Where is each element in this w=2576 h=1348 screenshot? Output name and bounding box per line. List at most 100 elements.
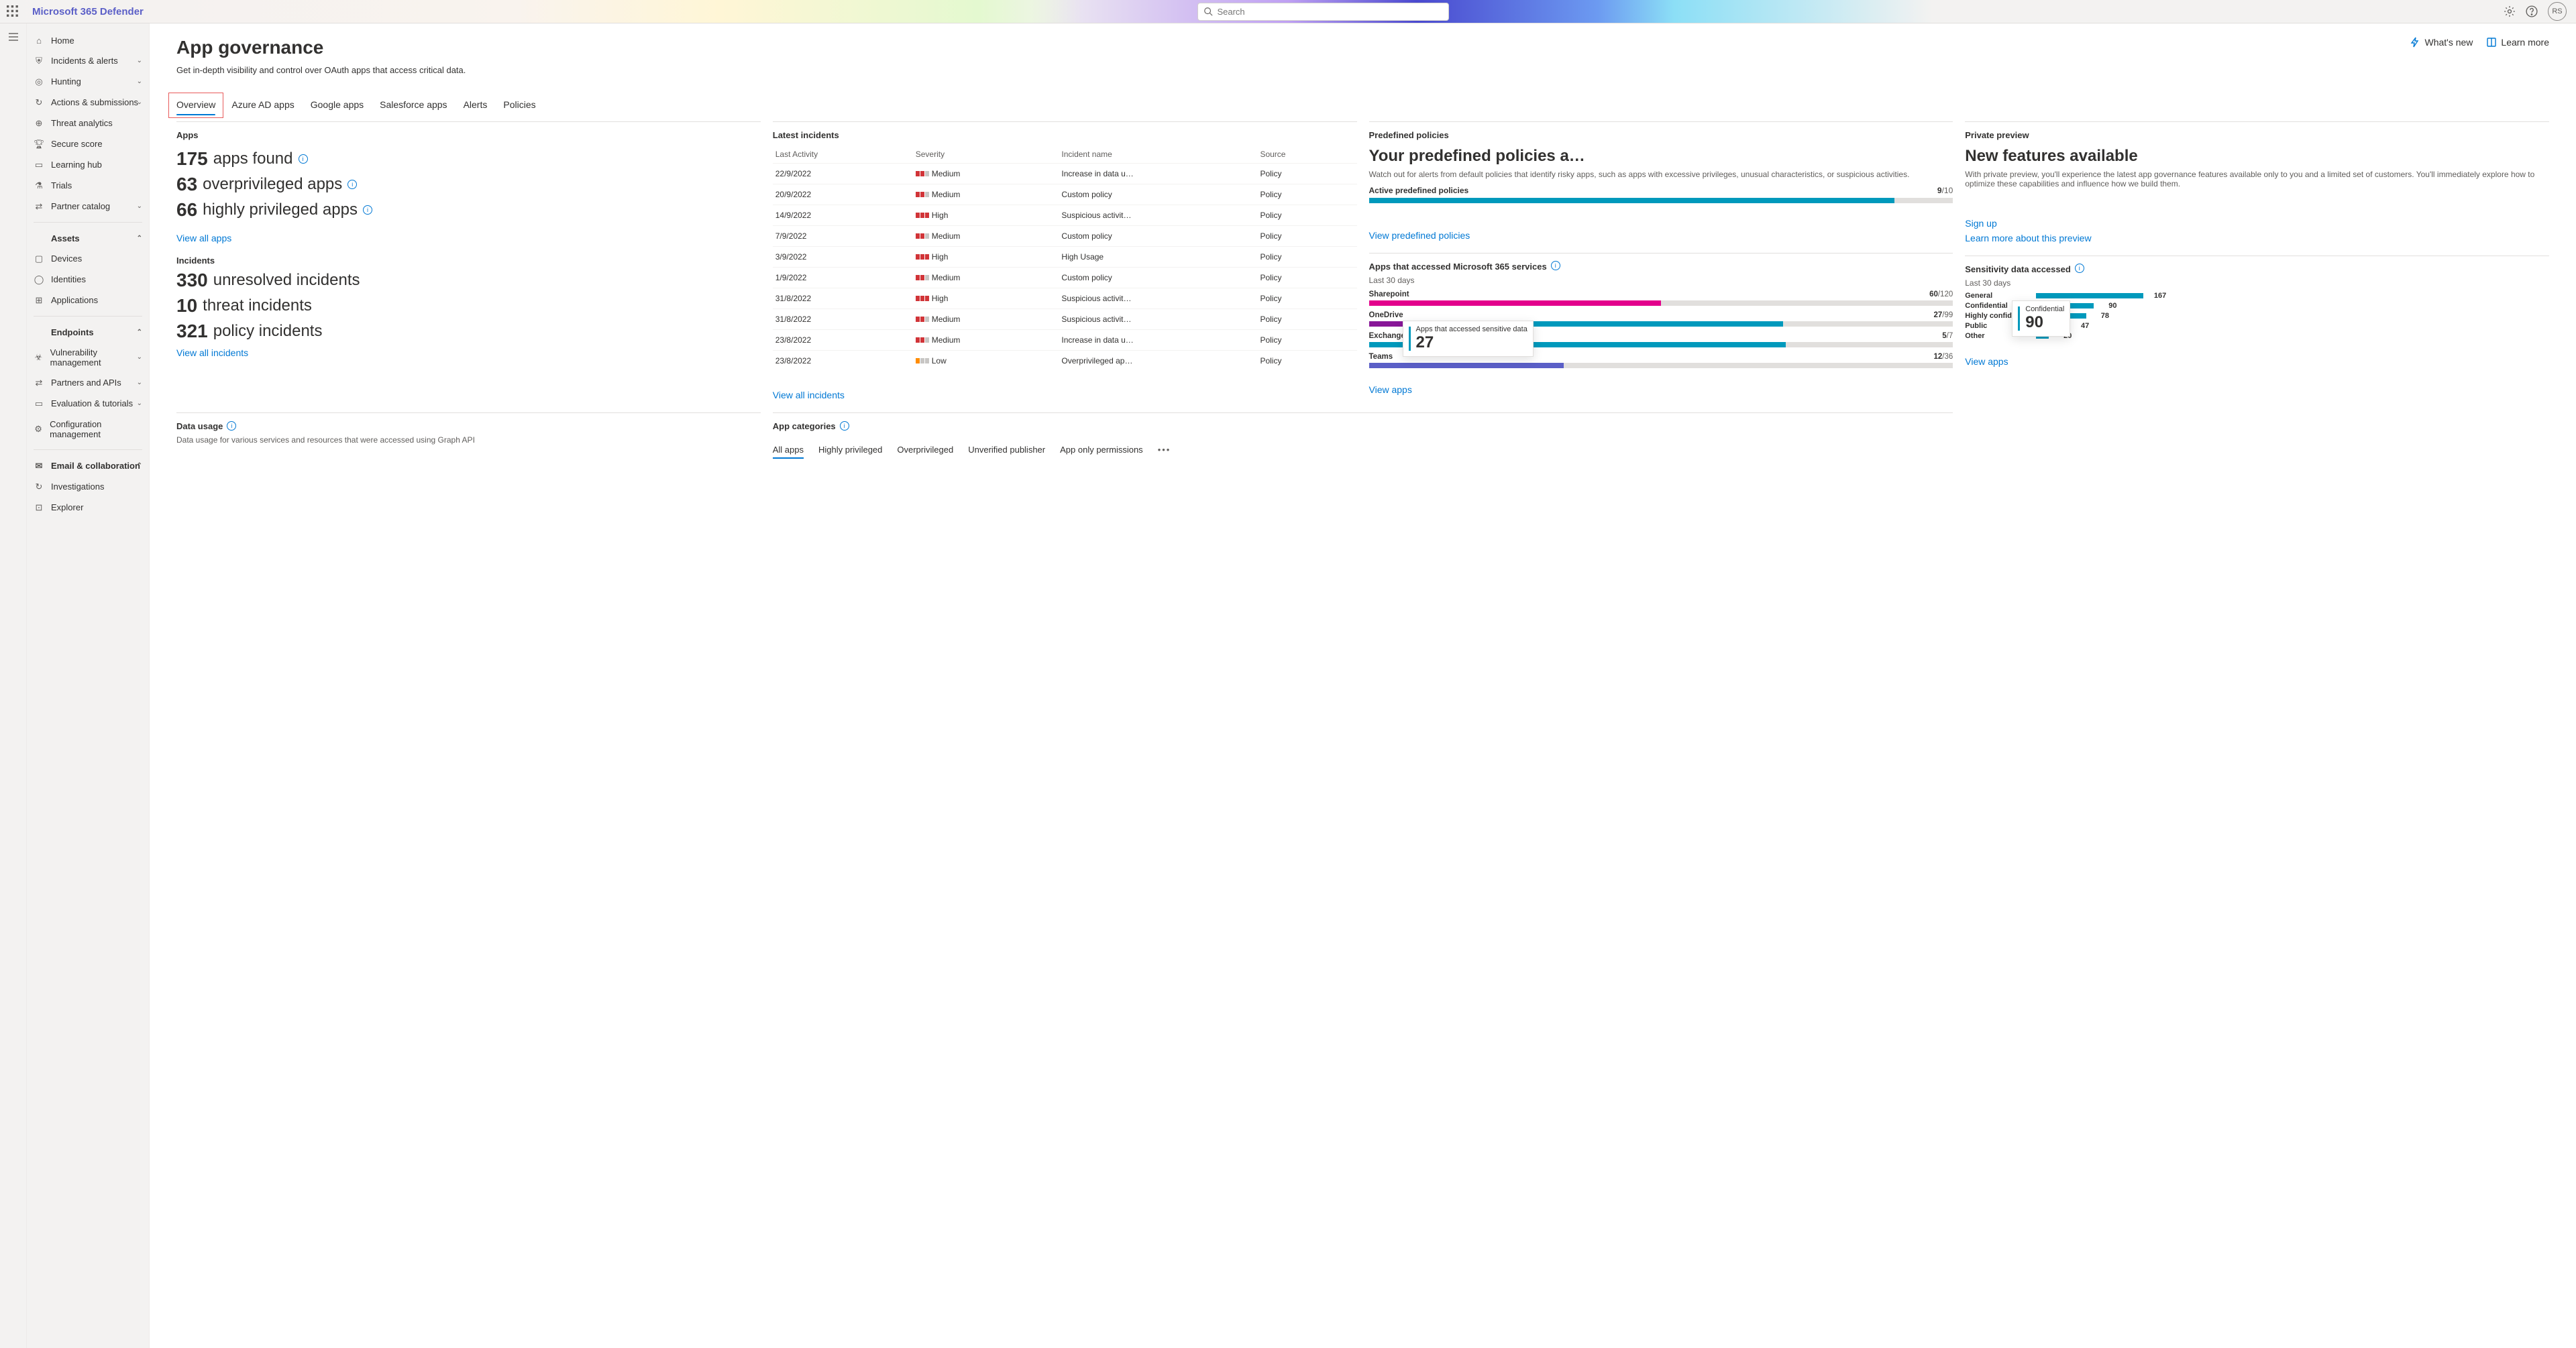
- info-icon[interactable]: i: [347, 180, 357, 189]
- search-input[interactable]: [1217, 7, 1443, 17]
- tab[interactable]: Policies: [503, 95, 535, 115]
- card-title-latest: Latest incidents: [773, 125, 1357, 144]
- explorer-icon: ⊡: [34, 502, 44, 513]
- info-icon[interactable]: i: [299, 154, 308, 164]
- card-title-preview: Private preview: [1965, 125, 2549, 144]
- partner-icon: ⇄: [34, 378, 44, 388]
- chevron-up-icon: ⌃: [137, 329, 142, 336]
- sidebar-item[interactable]: ⚙Configuration management: [27, 414, 149, 444]
- sidebar-item[interactable]: ⛨Incidents & alerts⌄: [27, 50, 149, 71]
- table-header: Last Activity: [773, 144, 913, 164]
- view-predef-link[interactable]: View predefined policies: [1369, 230, 1470, 241]
- info-icon[interactable]: i: [227, 421, 236, 431]
- sidebar-item[interactable]: ▢Devices: [27, 248, 149, 269]
- latest-incidents-table: Last ActivitySeverityIncident nameSource…: [773, 144, 1357, 371]
- sidebar-item[interactable]: ⚗Trials: [27, 175, 149, 196]
- table-row[interactable]: 23/8/2022 LowOverprivileged ap…Policy: [773, 351, 1357, 372]
- avatar[interactable]: RS: [2548, 2, 2567, 21]
- chevron-down-icon: ⌄: [137, 379, 142, 386]
- more-icon[interactable]: •••: [1158, 445, 1171, 455]
- sidebar-item-label: Threat analytics: [51, 118, 113, 128]
- tab[interactable]: Overview: [176, 95, 215, 115]
- hamburger-icon[interactable]: [8, 32, 19, 44]
- sidebar-item[interactable]: ▭Learning hub: [27, 154, 149, 175]
- table-row[interactable]: 23/8/2022 MediumIncrease in data u…Polic…: [773, 330, 1357, 351]
- stat-apps-found-n: 175: [176, 148, 208, 170]
- table-row[interactable]: 14/9/2022 HighSuspicious activit…Policy: [773, 205, 1357, 226]
- card-title-sensitivity: Sensitivity data accessed: [1965, 259, 2071, 278]
- category-tab[interactable]: App only permissions: [1060, 442, 1143, 457]
- sidebar-group-endpoints[interactable]: Endpoints⌃: [27, 322, 149, 342]
- view-all-incidents-link2[interactable]: View all incidents: [773, 390, 845, 400]
- sidebar-item[interactable]: ◎Hunting⌄: [27, 71, 149, 92]
- learn-more-link[interactable]: Learn more: [2486, 37, 2549, 48]
- category-tab[interactable]: All apps: [773, 442, 804, 457]
- sidebar-item-label: Home: [51, 36, 74, 46]
- app-launcher-icon[interactable]: [7, 5, 19, 17]
- shield-icon: ⛨: [34, 56, 44, 66]
- table-row[interactable]: 1/9/2022 MediumCustom policyPolicy: [773, 268, 1357, 288]
- view-apps-link2[interactable]: View apps: [1965, 356, 2008, 367]
- category-tab[interactable]: Unverified publisher: [968, 442, 1045, 457]
- sensitivity-row: General167: [1965, 292, 2549, 300]
- bolt-icon: [2410, 37, 2420, 48]
- sidebar-group-assets[interactable]: Assets⌃: [27, 228, 149, 248]
- sidebar: ⌂Home⛨Incidents & alerts⌄◎Hunting⌄↻Actio…: [27, 23, 150, 1348]
- sidebar-item-label: Evaluation & tutorials: [51, 398, 133, 408]
- info-icon[interactable]: i: [840, 421, 849, 431]
- search-box[interactable]: [1197, 3, 1449, 21]
- sidebar-item[interactable]: ◯Identities: [27, 269, 149, 290]
- card-title-datausage: Data usage: [176, 416, 223, 435]
- sidebar-item[interactable]: ⊡Explorer: [27, 497, 149, 518]
- gear-icon[interactable]: [2504, 5, 2516, 17]
- sidebar-item-label: Identities: [51, 274, 86, 284]
- sidebar-item[interactable]: ⇄Partners and APIs⌄: [27, 372, 149, 393]
- sidebar-item-label: Vulnerability management: [50, 347, 142, 368]
- info-icon[interactable]: i: [2075, 264, 2084, 273]
- info-icon[interactable]: i: [363, 205, 372, 215]
- signup-link[interactable]: Sign up: [1965, 218, 1996, 229]
- card-title-incidents: Incidents: [176, 256, 761, 266]
- sidebar-item[interactable]: ⊕Threat analytics: [27, 113, 149, 133]
- sidebar-item[interactable]: ⌂Home: [27, 30, 149, 50]
- view-apps-link[interactable]: View apps: [1369, 384, 1412, 395]
- table-row[interactable]: 7/9/2022 MediumCustom policyPolicy: [773, 226, 1357, 247]
- sidebar-item[interactable]: ⊞Applications: [27, 290, 149, 311]
- sidebar-item[interactable]: ↻Actions & submissions⌄: [27, 92, 149, 113]
- chevron-down-icon: ⌄: [137, 57, 142, 64]
- table-row[interactable]: 31/8/2022 HighSuspicious activit…Policy: [773, 288, 1357, 309]
- sidebar-item[interactable]: 🏆︎Secure score: [27, 133, 149, 154]
- category-tab[interactable]: Overprivileged: [897, 442, 953, 457]
- view-all-apps-link[interactable]: View all apps: [176, 233, 231, 243]
- sidebar-group-email[interactable]: ✉Email & collaboration⌃: [27, 455, 149, 476]
- top-bar: Microsoft 365 Defender RS: [0, 0, 2576, 23]
- view-all-incidents-link[interactable]: View all incidents: [176, 347, 248, 358]
- tab[interactable]: Alerts: [464, 95, 488, 115]
- learn-preview-link[interactable]: Learn more about this preview: [1965, 233, 2091, 243]
- table-header: Severity: [913, 144, 1059, 164]
- category-tab[interactable]: Highly privileged: [818, 442, 882, 457]
- config-icon: ⚙: [34, 424, 43, 435]
- tab[interactable]: Salesforce apps: [380, 95, 447, 115]
- table-header: Source: [1257, 144, 1356, 164]
- sidebar-item[interactable]: ↻Investigations: [27, 476, 149, 497]
- table-row[interactable]: 22/9/2022 MediumIncrease in data u…Polic…: [773, 164, 1357, 184]
- eval-icon: ▭: [34, 398, 44, 409]
- info-icon[interactable]: i: [1551, 261, 1560, 270]
- chevron-up-icon: ⌃: [137, 235, 142, 242]
- whats-new-link[interactable]: What's new: [2410, 37, 2473, 48]
- product-title[interactable]: Microsoft 365 Defender: [32, 6, 144, 17]
- help-icon[interactable]: [2526, 5, 2538, 17]
- sidebar-item[interactable]: ⇄Partner catalog⌄: [27, 196, 149, 217]
- table-row[interactable]: 3/9/2022 HighHigh UsagePolicy: [773, 247, 1357, 268]
- chevron-down-icon: ⌄: [137, 353, 142, 361]
- predef-headline: Your predefined policies a…: [1369, 147, 1953, 166]
- sidebar-separator: [34, 449, 142, 450]
- sidebar-item[interactable]: ▭Evaluation & tutorials⌄: [27, 393, 149, 414]
- tab[interactable]: Azure AD apps: [231, 95, 294, 115]
- category-tabs: All apps Highly privileged Overprivileged U…: [773, 442, 1953, 457]
- sidebar-item[interactable]: ☣Vulnerability management⌄: [27, 342, 149, 372]
- tab[interactable]: Google apps: [311, 95, 364, 115]
- table-row[interactable]: 20/9/2022 MediumCustom policyPolicy: [773, 184, 1357, 205]
- table-row[interactable]: 31/8/2022 MediumSuspicious activit…Polic…: [773, 309, 1357, 330]
